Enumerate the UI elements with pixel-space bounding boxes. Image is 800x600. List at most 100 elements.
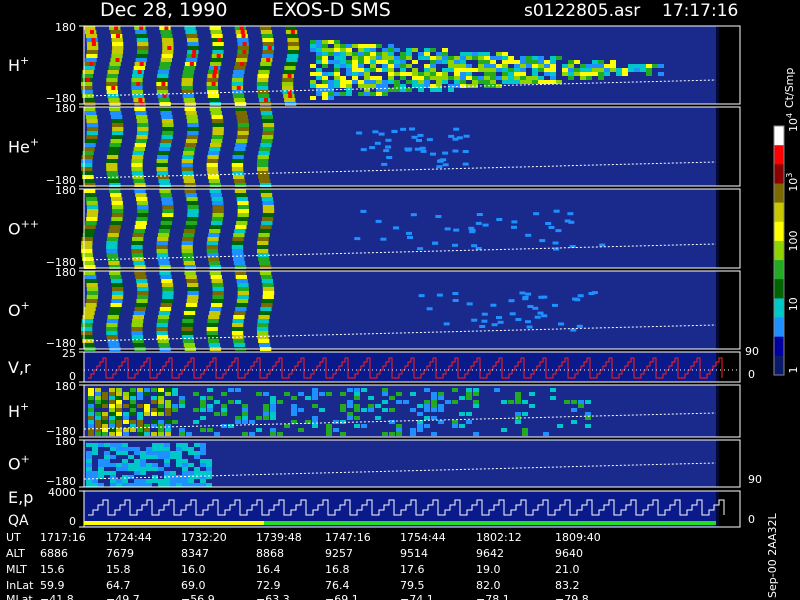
spectrogram-cell (237, 38, 249, 42)
panel-edge (716, 107, 719, 186)
spectrogram-cell (291, 396, 297, 400)
spectrogram-cell (328, 72, 334, 76)
spectrogram-cell (381, 162, 388, 166)
spectrogram-cell (459, 424, 465, 428)
spectrogram-cell (634, 64, 640, 68)
spectrogram-cell (207, 257, 220, 261)
spectrogram-cell (116, 416, 122, 420)
spectrogram-cell (448, 88, 454, 92)
spectrogram-cell (181, 86, 193, 90)
spectrogram-cell (490, 60, 496, 64)
spectrogram-cell (261, 139, 273, 143)
spectrogram-cell (183, 66, 196, 70)
spectrogram-cell (322, 64, 328, 68)
spectrogram-cell (211, 135, 224, 139)
spectrogram-cell (310, 64, 316, 68)
spectrogram-cell (187, 283, 199, 287)
spectrogram-cell (217, 38, 222, 42)
spectrogram-cell (525, 233, 532, 237)
spectrogram-cell (161, 38, 174, 42)
spectrogram-cell (188, 483, 194, 487)
spectrogram-cell (394, 88, 400, 92)
spectrogram-cell (231, 245, 244, 249)
spectrogram-cell (200, 404, 206, 408)
spectrogram-cell (134, 479, 140, 483)
spectrogram-cell (538, 56, 544, 60)
spectrogram-cell (156, 86, 168, 90)
spectrogram-cell (237, 295, 249, 299)
spectrogram-cell (162, 123, 174, 127)
spectrogram-cell (263, 392, 269, 396)
spectrogram-cell (322, 72, 328, 76)
spectrogram-cell (258, 257, 270, 261)
spectrogram-cell (86, 463, 92, 467)
spectrogram-cell (233, 315, 245, 319)
spectrogram-cell (496, 64, 502, 68)
spectrogram-cell (328, 60, 334, 64)
spectrogram-cell (585, 412, 591, 416)
spectrogram-cell (185, 111, 197, 115)
spectrogram-cell (263, 412, 269, 416)
spectrogram-cell (88, 412, 94, 416)
spectrogram-cell (550, 60, 556, 64)
spectrogram-cell (170, 479, 176, 483)
spectrogram-cell (183, 261, 195, 265)
spectrogram-cell (232, 319, 244, 323)
spectrogram-cell (418, 294, 425, 298)
spectrogram-cell (140, 455, 146, 459)
panel-background (84, 271, 716, 349)
spectrogram-cell (322, 48, 328, 52)
spectrogram-cell (106, 253, 118, 257)
spectrogram-cell (484, 80, 490, 84)
spectrogram-cell (270, 404, 276, 408)
spectrogram-cell (442, 72, 448, 76)
spectrogram-cell (388, 68, 394, 72)
spectrogram-cell (158, 179, 170, 183)
right-axis-label: 0 (748, 368, 755, 381)
spectrogram-cell (286, 58, 298, 62)
spectrogram-cell (116, 447, 122, 451)
spectrogram-cell (358, 60, 364, 64)
spectrogram-cell (200, 428, 206, 432)
ephemeris-value: 9640 (555, 547, 583, 560)
spectrogram-cell (116, 408, 122, 412)
spectrogram-cell (340, 432, 346, 436)
spectrogram-cell (206, 159, 219, 163)
spectrogram-cell (109, 424, 115, 428)
spectrogram-cell (394, 56, 400, 60)
spectrogram-cell (111, 50, 124, 54)
spectrogram-cell (212, 291, 224, 295)
spectrogram-cell (131, 323, 143, 327)
spectrogram-cell (81, 237, 93, 241)
spectrogram-cell (110, 483, 116, 487)
spectrogram-cell (466, 72, 472, 76)
spectrogram-cell (284, 392, 290, 396)
spectrogram-cell (182, 459, 188, 463)
spectrogram-cell (346, 52, 352, 56)
spectrogram-cell (209, 107, 221, 111)
spectrogram-cell (211, 303, 223, 307)
spectrogram-cell (207, 339, 220, 343)
spectrogram-cell (135, 111, 147, 115)
spectrogram-cell (102, 392, 108, 396)
spectrogram-cell (131, 249, 143, 253)
spectrogram-cell (186, 279, 198, 283)
spectrogram-cell (431, 400, 437, 404)
spectrogram-cell (382, 80, 388, 84)
panel-label-sup: + (20, 400, 29, 413)
spectrogram-cell (194, 443, 200, 447)
spectrogram-cell (418, 52, 424, 56)
spectrogram-cell (193, 420, 199, 424)
spectrogram-cell (340, 76, 346, 80)
spectrogram-cell (164, 479, 170, 483)
spectrogram-cell (102, 420, 108, 424)
spectrogram-cell (187, 287, 199, 291)
spectrogram-cell (128, 447, 134, 451)
spectrogram-cell (412, 60, 418, 64)
spectrogram-cell (160, 275, 172, 279)
spectrogram-cell (438, 392, 444, 396)
spectrogram-cell (334, 60, 340, 64)
spectrogram-cell (599, 243, 606, 247)
spectrogram-cell (236, 135, 249, 139)
panel-label-he-plus: He+ (8, 136, 39, 157)
